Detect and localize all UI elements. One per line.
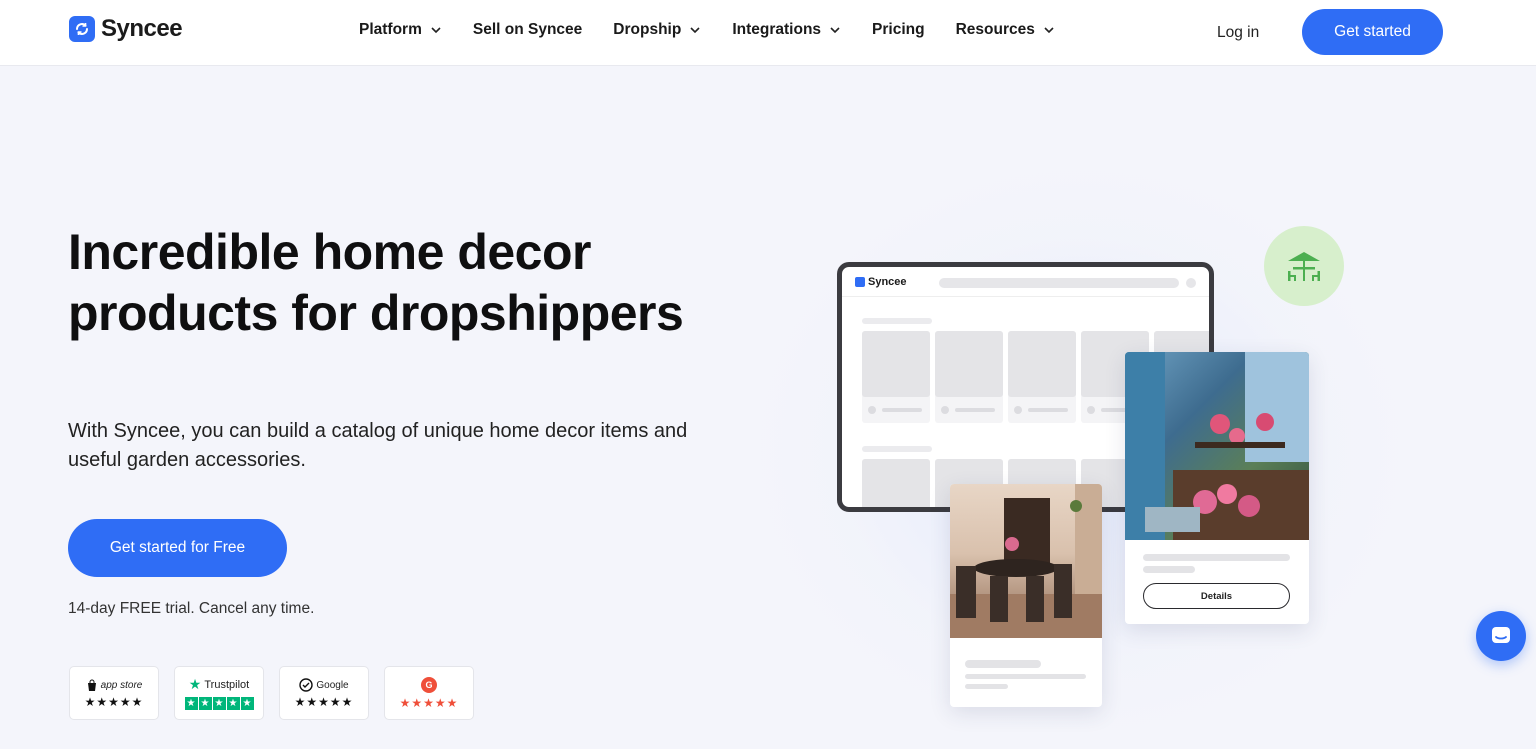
- nav-item-integrations[interactable]: Integrations: [732, 21, 841, 39]
- chevron-down-icon: [690, 27, 700, 34]
- product-card-patio[interactable]: [950, 484, 1102, 707]
- chevron-down-icon: [1044, 27, 1054, 34]
- placeholder-card: [862, 459, 930, 507]
- placeholder-card: [1008, 331, 1076, 423]
- tablet-search-bar: [939, 278, 1179, 288]
- g2-logo-icon: G: [421, 677, 437, 693]
- badge-label: Google: [316, 679, 349, 691]
- tablet-header: Syncee: [842, 267, 1209, 297]
- site-header: Syncee Platform Sell on Syncee Dropship …: [0, 0, 1536, 66]
- login-link[interactable]: Log in: [1217, 24, 1259, 42]
- rating-stars: ★★★★★: [399, 696, 459, 710]
- chat-icon: [1492, 627, 1510, 643]
- chat-launcher-button[interactable]: [1476, 611, 1526, 661]
- rating-stars: ★★★★★: [184, 697, 254, 710]
- nav-item-label: Sell on Syncee: [472, 21, 583, 38]
- nav-item-pricing[interactable]: Pricing: [872, 21, 925, 39]
- product-card-balcony[interactable]: Details: [1125, 352, 1309, 624]
- nav-item-label: Platform: [359, 21, 422, 38]
- placeholder-line: [862, 446, 932, 452]
- chevron-down-icon: [431, 27, 441, 34]
- chevron-down-icon: [830, 27, 840, 34]
- placeholder-line: [965, 660, 1041, 668]
- shopify-bag-icon: [87, 679, 96, 691]
- brand-logo[interactable]: Syncee: [69, 15, 183, 43]
- rating-stars: ★★★★★: [294, 695, 354, 709]
- badge-google[interactable]: Google ★★★★★: [279, 666, 369, 720]
- badge-trustpilot[interactable]: ★ Trustpilot ★ ★ ★ ★ ★: [174, 666, 264, 720]
- badge-label: app store: [100, 679, 143, 691]
- placeholder-card: [862, 331, 930, 423]
- nav-item-label: Resources: [955, 21, 1035, 38]
- nav-item-resources[interactable]: Resources: [956, 21, 1055, 39]
- placeholder-line: [1143, 566, 1195, 573]
- placeholder-line: [965, 674, 1086, 679]
- rating-stars: ★★★★★: [84, 694, 144, 709]
- product-photo: [1125, 352, 1309, 540]
- details-button[interactable]: Details: [1143, 583, 1290, 609]
- rating-badges: app store ★★★★★ ★ Trustpilot ★ ★ ★ ★ ★ Googl…: [69, 666, 474, 720]
- badge-app-store[interactable]: app store ★★★★★: [69, 666, 159, 720]
- placeholder-line: [1143, 554, 1290, 561]
- nav-item-platform[interactable]: Platform: [359, 21, 442, 39]
- get-started-button[interactable]: Get started: [1302, 9, 1443, 55]
- trustpilot-star-icon: ★: [188, 676, 202, 692]
- sync-icon: [69, 16, 95, 42]
- sync-icon: [855, 277, 865, 287]
- hero-title: Incredible home decor products for drops…: [68, 224, 684, 341]
- tablet-logo: Syncee: [855, 276, 907, 288]
- nav-item-label: Integrations: [732, 21, 822, 38]
- brand-name: Syncee: [101, 15, 183, 42]
- product-photo: [950, 484, 1102, 638]
- placeholder-card: [935, 331, 1003, 423]
- nav-item-dropship[interactable]: Dropship: [613, 21, 701, 39]
- nav-item-label: Dropship: [613, 21, 682, 38]
- trial-note: 14-day FREE trial. Cancel any time.: [68, 600, 315, 617]
- tablet-avatar: [1186, 278, 1196, 288]
- badge-g2[interactable]: G ★★★★★: [384, 666, 474, 720]
- garden-furniture-icon-circle: [1264, 226, 1344, 306]
- placeholder-line: [965, 684, 1008, 689]
- main-nav: Platform Sell on Syncee Dropship Integra…: [359, 21, 1086, 39]
- garden-table-icon: [1288, 252, 1320, 281]
- google-check-icon: [299, 678, 314, 692]
- badge-label: Trustpilot: [204, 678, 250, 691]
- placeholder-line: [862, 318, 932, 324]
- hero-subtitle: With Syncee, you can build a catalog of …: [68, 420, 688, 471]
- nav-item-label: Pricing: [872, 21, 925, 38]
- nav-item-sell-on-syncee[interactable]: Sell on Syncee: [473, 21, 582, 39]
- get-started-free-button[interactable]: Get started for Free: [68, 519, 287, 577]
